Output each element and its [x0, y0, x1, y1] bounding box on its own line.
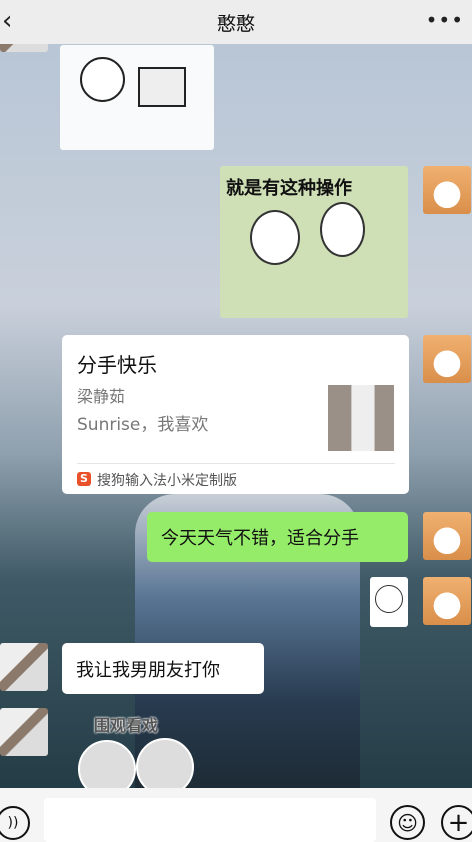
avatar[interactable]: [423, 335, 471, 383]
emoji-icon[interactable]: ☺: [390, 805, 425, 840]
watch-show-sticker[interactable]: 围观看戏: [78, 712, 198, 788]
music-card[interactable]: 分手快乐 梁静茹 Sunrise，我喜欢 S 搜狗输入法小米定制版: [62, 335, 409, 494]
computer-sticker[interactable]: [60, 45, 214, 150]
face-icon: [250, 210, 300, 265]
back-button[interactable]: ‹: [2, 6, 12, 36]
face-icon: [375, 585, 403, 613]
plus-icon[interactable]: +: [441, 805, 472, 840]
more-button[interactable]: •••: [426, 8, 464, 32]
chat-header: ‹ 憨憨 •••: [0, 0, 472, 44]
avatar[interactable]: [0, 44, 48, 52]
message-text: 我让我男朋友打你: [76, 659, 220, 681]
song-subtitle: Sunrise，我喜欢: [77, 415, 209, 435]
voice-icon[interactable]: )): [0, 806, 30, 840]
sticker-caption: 围观看戏: [94, 716, 159, 735]
sticker-caption: 就是有这种操作: [226, 178, 352, 199]
album-cover: [328, 385, 394, 451]
chat-area[interactable]: 就是有这种操作 分手快乐 梁静茹 Sunrise，我喜欢 S 搜狗输入法小米定制…: [0, 44, 472, 788]
blush-face-sticker[interactable]: [370, 577, 408, 627]
song-title: 分手快乐: [77, 353, 157, 377]
message-text: 今天天气不错，适合分手: [161, 528, 359, 549]
avatar[interactable]: [423, 577, 471, 625]
face-icon: [136, 738, 194, 788]
chat-title: 憨憨: [216, 12, 255, 35]
face-icon: [80, 57, 125, 102]
avatar[interactable]: [423, 512, 471, 560]
face-icon: [78, 740, 136, 788]
monitor-icon: [138, 67, 186, 107]
sogou-icon: S: [77, 472, 91, 486]
input-bar: )) ☺ +: [0, 788, 472, 842]
avatar[interactable]: [0, 708, 48, 756]
divider: [77, 463, 395, 464]
received-message[interactable]: 我让我男朋友打你: [62, 643, 264, 694]
avatar[interactable]: [0, 643, 48, 691]
meme-sticker[interactable]: 就是有这种操作: [220, 166, 408, 318]
sent-message[interactable]: 今天天气不错，适合分手: [147, 512, 408, 562]
card-source: 搜狗输入法小米定制版: [97, 473, 237, 489]
song-artist: 梁静茹: [77, 387, 126, 406]
avatar[interactable]: [423, 166, 471, 214]
face-icon: [320, 202, 365, 257]
message-input[interactable]: [44, 798, 376, 842]
